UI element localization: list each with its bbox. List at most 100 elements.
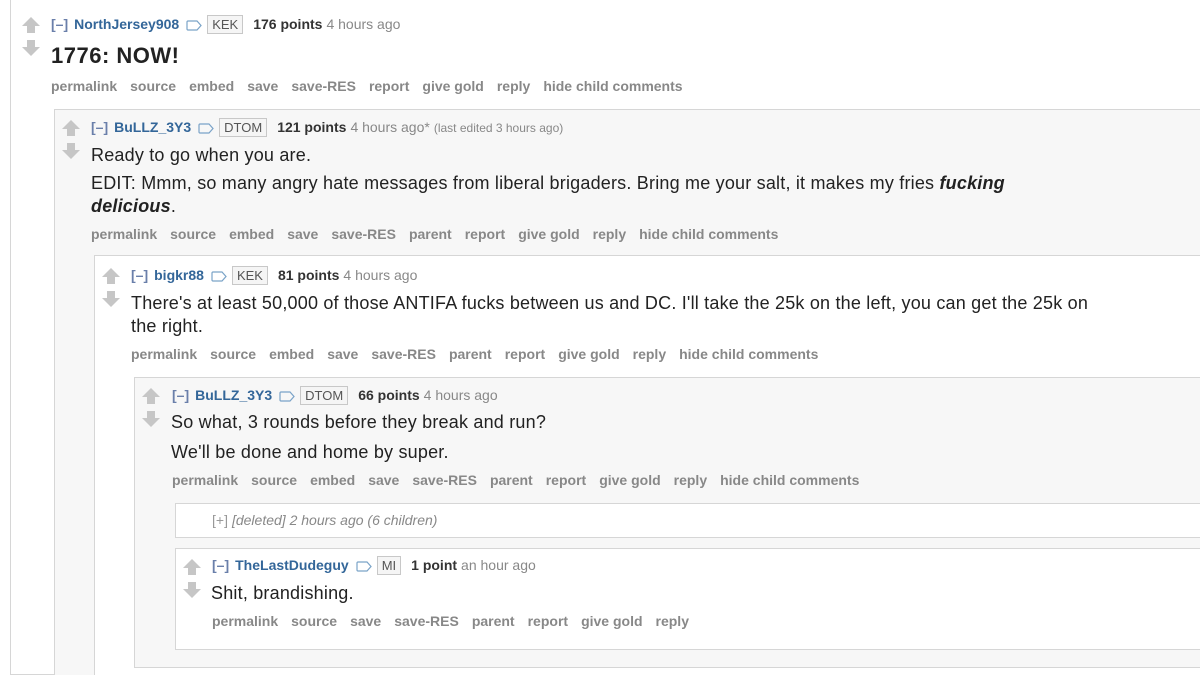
- comment-body-line: EDIT: Mmm, so many angry hate messages f…: [91, 173, 1005, 194]
- hide-child-comments-button[interactable]: hide child comments: [543, 78, 682, 94]
- collapse-toggle[interactable]: [–]: [131, 267, 148, 283]
- give-gold-button[interactable]: give gold: [558, 346, 619, 362]
- tag-icon[interactable]: [186, 18, 202, 34]
- reply-button[interactable]: reply: [674, 472, 707, 488]
- source-button[interactable]: source: [210, 346, 256, 362]
- comment-body: 1776: NOW!: [51, 43, 180, 68]
- reply-button[interactable]: reply: [497, 78, 530, 94]
- parent-button[interactable]: parent: [472, 613, 515, 629]
- embed-button[interactable]: embed: [269, 346, 314, 362]
- collapse-toggle[interactable]: [–]: [51, 16, 68, 32]
- permalink-button[interactable]: permalink: [51, 78, 117, 94]
- timestamp: 4 hours ago: [343, 267, 418, 283]
- hide-child-comments-button[interactable]: hide child comments: [720, 472, 859, 488]
- tag-icon[interactable]: [211, 269, 227, 285]
- score: 66 points: [358, 387, 420, 403]
- comment-body-line: the right.: [131, 316, 204, 336]
- reply-button[interactable]: reply: [633, 346, 666, 362]
- permalink-button[interactable]: permalink: [131, 346, 197, 362]
- save-button[interactable]: save: [368, 472, 399, 488]
- user-flair: KEK: [231, 266, 268, 285]
- collapse-toggle[interactable]: [–]: [212, 557, 229, 573]
- score: 1 point: [411, 557, 458, 573]
- source-button[interactable]: source: [291, 613, 337, 629]
- save-button[interactable]: save: [287, 226, 318, 242]
- give-gold-button[interactable]: give gold: [422, 78, 483, 94]
- embed-button[interactable]: embed: [310, 472, 355, 488]
- upvote-arrow-icon[interactable]: [182, 557, 202, 577]
- give-gold-button[interactable]: give gold: [599, 472, 660, 488]
- edit-text: EDIT: Mmm, so many angry hate messages f…: [91, 173, 935, 193]
- report-button[interactable]: report: [465, 226, 505, 242]
- downvote-arrow-icon[interactable]: [141, 409, 161, 429]
- author-link[interactable]: bigkr88: [154, 267, 204, 283]
- save-res-button[interactable]: save-RES: [371, 346, 436, 362]
- timestamp: 4 hours ago: [326, 16, 401, 32]
- author-link[interactable]: BuLLZ_3Y3: [114, 119, 191, 135]
- source-button[interactable]: source: [170, 226, 216, 242]
- collapse-toggle[interactable]: [–]: [91, 119, 108, 135]
- user-flair: DTOM: [219, 118, 268, 137]
- collapsed-summary: [deleted] 2 hours ago (6 children): [231, 512, 438, 528]
- tag-icon[interactable]: [356, 559, 372, 575]
- comment-buttons: permalink source embed save save-RES report gi…: [51, 78, 696, 94]
- upvote-arrow-icon[interactable]: [141, 386, 161, 406]
- report-button[interactable]: report: [369, 78, 409, 94]
- hide-child-comments-button[interactable]: hide child comments: [639, 226, 778, 242]
- user-flair: KEK: [207, 15, 244, 34]
- comment-buttons: permalink source embed save save-RES parent re…: [91, 226, 791, 242]
- save-res-button[interactable]: save-RES: [412, 472, 477, 488]
- comment-tagline: [–] BuLLZ_3Y3 DTOM 121 points 4 hours ago* (l…: [91, 118, 563, 137]
- expand-toggle[interactable]: [+]: [212, 512, 228, 528]
- emphasis-text: delicious: [91, 196, 171, 216]
- save-button[interactable]: save: [247, 78, 278, 94]
- downvote-arrow-icon[interactable]: [61, 141, 81, 161]
- tag-icon[interactable]: [279, 389, 295, 405]
- hide-child-comments-button[interactable]: hide child comments: [679, 346, 818, 362]
- downvote-arrow-icon[interactable]: [101, 289, 121, 309]
- downvote-arrow-icon[interactable]: [182, 580, 202, 600]
- save-button[interactable]: save: [350, 613, 381, 629]
- give-gold-button[interactable]: give gold: [581, 613, 642, 629]
- edited-note: (last edited 3 hours ago): [433, 121, 564, 135]
- save-res-button[interactable]: save-RES: [331, 226, 396, 242]
- downvote-arrow-icon[interactable]: [21, 38, 41, 58]
- comment-body-line: There's at least 50,000 of those ANTIFA …: [131, 293, 1089, 313]
- collapse-toggle[interactable]: [–]: [172, 387, 189, 403]
- upvote-arrow-icon[interactable]: [21, 15, 41, 35]
- report-button[interactable]: report: [546, 472, 586, 488]
- collapsed-comment: [+] [deleted] 2 hours ago (6 children): [212, 512, 437, 528]
- parent-button[interactable]: parent: [449, 346, 492, 362]
- permalink-button[interactable]: permalink: [91, 226, 157, 242]
- embed-button[interactable]: embed: [189, 78, 234, 94]
- comment-body-line: We'll be done and home by super.: [171, 442, 449, 462]
- save-res-button[interactable]: save-RES: [291, 78, 356, 94]
- report-button[interactable]: report: [528, 613, 568, 629]
- upvote-arrow-icon[interactable]: [101, 266, 121, 286]
- parent-button[interactable]: parent: [409, 226, 452, 242]
- comment-body-line: delicious.: [91, 196, 176, 217]
- comment-buttons: permalink source embed save save-RES parent re…: [131, 346, 831, 362]
- permalink-button[interactable]: permalink: [212, 613, 278, 629]
- give-gold-button[interactable]: give gold: [518, 226, 579, 242]
- parent-button[interactable]: parent: [490, 472, 533, 488]
- embed-button[interactable]: embed: [229, 226, 274, 242]
- save-res-button[interactable]: save-RES: [394, 613, 459, 629]
- user-flair: DTOM: [300, 386, 349, 405]
- timestamp: 4 hours ago*: [350, 119, 430, 135]
- save-button[interactable]: save: [327, 346, 358, 362]
- comment-buttons: permalink source embed save save-RES parent re…: [172, 472, 872, 488]
- author-link[interactable]: TheLastDudeguy: [235, 557, 349, 573]
- reply-button[interactable]: reply: [656, 613, 689, 629]
- report-button[interactable]: report: [505, 346, 545, 362]
- timestamp: 4 hours ago: [423, 387, 498, 403]
- permalink-button[interactable]: permalink: [172, 472, 238, 488]
- author-link[interactable]: BuLLZ_3Y3: [195, 387, 272, 403]
- source-button[interactable]: source: [130, 78, 176, 94]
- upvote-arrow-icon[interactable]: [61, 118, 81, 138]
- tag-icon[interactable]: [198, 121, 214, 137]
- reply-button[interactable]: reply: [593, 226, 626, 242]
- emphasis-text: fucking: [939, 173, 1005, 193]
- source-button[interactable]: source: [251, 472, 297, 488]
- author-link[interactable]: NorthJersey908: [74, 16, 179, 32]
